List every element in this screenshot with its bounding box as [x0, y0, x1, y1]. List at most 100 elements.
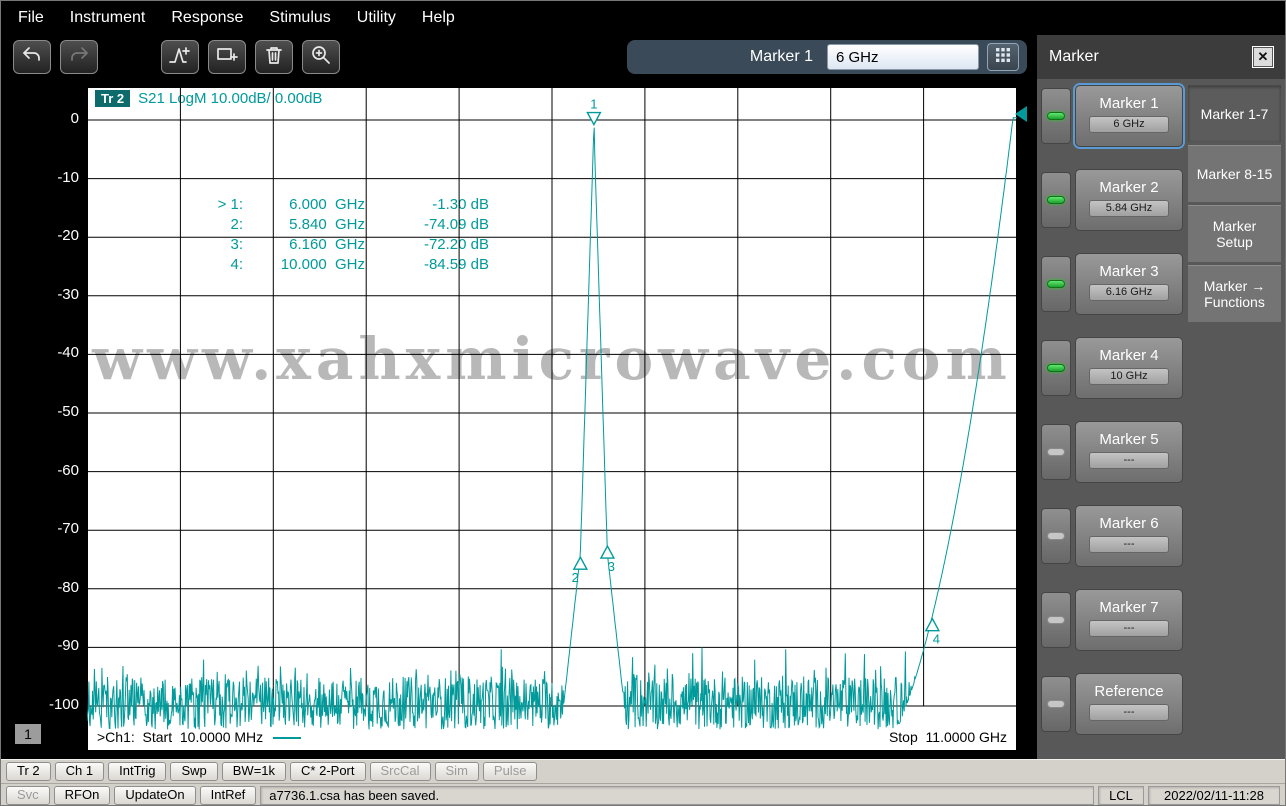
- status-button-tr-2[interactable]: Tr 2: [6, 762, 51, 781]
- marker-led-button[interactable]: [1041, 88, 1071, 144]
- y-axis-label: -60: [27, 462, 79, 479]
- status-button-srccal: SrcCal: [370, 762, 431, 781]
- marker-button-marker-2[interactable]: Marker 2 5.84 GHz: [1075, 169, 1183, 231]
- marker-entry-label: Marker 1: [750, 48, 813, 66]
- plot-region: 0-10-20-30-40-50-60-70-80-90-100 Tr 2 S2…: [1, 79, 1037, 759]
- led-on-icon: [1047, 112, 1065, 120]
- marker-button-value: 5.84 GHz: [1089, 200, 1169, 217]
- marker-button-reference[interactable]: Reference ---: [1075, 673, 1183, 735]
- marker-row: Marker 36.16 GHz: [1041, 253, 1183, 315]
- status-button-inttrig[interactable]: IntTrig: [108, 762, 166, 781]
- stimulus-start: >Ch1: Start 10.0000 MHz: [97, 729, 301, 745]
- panel-close-button[interactable]: ✕: [1253, 47, 1273, 67]
- svg-text:4: 4: [933, 632, 940, 647]
- y-axis-label: -70: [27, 520, 79, 537]
- svg-text:3: 3: [608, 559, 615, 574]
- trace-number-badge[interactable]: 1: [15, 724, 41, 744]
- status-button-updateon[interactable]: UpdateOn: [114, 786, 195, 805]
- menu-item-utility[interactable]: Utility: [344, 9, 409, 27]
- y-axis-label: -10: [27, 169, 79, 186]
- marker-led-button[interactable]: [1041, 340, 1071, 396]
- plot-footer: >Ch1: Start 10.0000 MHz Stop 11.0000 GHz: [97, 729, 1007, 745]
- svg-text:1: 1: [590, 97, 597, 112]
- tab-marker-functions[interactable]: Marker → Functions: [1188, 265, 1281, 322]
- status-button-c-2-port[interactable]: C* 2-Port: [290, 762, 365, 781]
- reference-level-arrow-icon: [1015, 106, 1027, 122]
- marker-led-button[interactable]: [1041, 424, 1071, 480]
- tab-marker-8-15[interactable]: Marker 8-15: [1188, 145, 1281, 202]
- redo-button: [60, 40, 98, 74]
- status-message: a7736.1.csa has been saved.: [260, 786, 1094, 805]
- y-axis-label: -40: [27, 344, 79, 361]
- marker-button-value: ---: [1089, 704, 1169, 721]
- redo-icon: [67, 43, 91, 72]
- marker-button-marker-4[interactable]: Marker 410 GHz: [1075, 337, 1183, 399]
- marker-button-label: Marker 2: [1099, 179, 1158, 196]
- plot-canvas: 1234: [87, 87, 1017, 751]
- undo-icon: [20, 43, 44, 72]
- tab-marker-setup[interactable]: Marker Setup: [1188, 205, 1281, 262]
- lcl-indicator[interactable]: LCL: [1098, 786, 1144, 805]
- status-button-intref[interactable]: IntRef: [200, 786, 257, 805]
- zoom-button[interactable]: [302, 40, 340, 74]
- peak-marker-add-button[interactable]: [161, 40, 199, 74]
- marker-led-button[interactable]: [1041, 592, 1071, 648]
- y-axis-label: 0: [27, 110, 79, 127]
- marker-button-marker-6[interactable]: Marker 6---: [1075, 505, 1183, 567]
- marker-row: Marker 2 5.84 GHz: [1041, 169, 1183, 231]
- marker-led-button[interactable]: [1041, 256, 1071, 312]
- status-button-sim: Sim: [435, 762, 479, 781]
- undo-button[interactable]: [13, 40, 51, 74]
- marker-button-value: 6.16 GHz: [1089, 284, 1169, 301]
- menu-item-file[interactable]: File: [5, 9, 57, 27]
- marker-led-button[interactable]: [1041, 172, 1071, 228]
- marker-rows: Marker 16 GHz Marker 2 5.84 GHz Marker 36.1…: [1041, 85, 1183, 753]
- marker-button-marker-7[interactable]: Marker 7 ---: [1075, 589, 1183, 651]
- marker-led-button[interactable]: [1041, 676, 1071, 732]
- marker-button-label: Marker 4: [1099, 347, 1158, 364]
- marker-button-label: Reference: [1094, 683, 1163, 700]
- marker-value-input[interactable]: [827, 44, 979, 70]
- keypad-button[interactable]: [987, 43, 1019, 71]
- marker-button-value: ---: [1089, 620, 1169, 637]
- tab-marker-1-7[interactable]: Marker 1-7: [1188, 85, 1281, 142]
- status-button-swp[interactable]: Swp: [170, 762, 217, 781]
- marker-button-label: Marker 7: [1099, 599, 1158, 616]
- marker-button-marker-3[interactable]: Marker 36.16 GHz: [1075, 253, 1183, 315]
- delete-button[interactable]: [255, 40, 293, 74]
- marker-row: Marker 7 ---: [1041, 589, 1183, 651]
- status-button-rfon[interactable]: RFOn: [54, 786, 111, 805]
- toolbar: [1, 40, 627, 74]
- marker-button-value: ---: [1089, 536, 1169, 553]
- menu-item-stimulus[interactable]: Stimulus: [256, 9, 343, 27]
- status-button-svc: Svc: [6, 786, 50, 805]
- datetime-display: 2022/02/11-11:28: [1148, 786, 1280, 805]
- status-button-bw-1k[interactable]: BW=1k: [222, 762, 286, 781]
- marker-button-marker-5[interactable]: Marker 5---: [1075, 421, 1183, 483]
- marker-led-button[interactable]: [1041, 508, 1071, 564]
- marker-row: Marker 5---: [1041, 421, 1183, 483]
- marker-panel: Marker 16 GHz Marker 2 5.84 GHz Marker 36.1…: [1037, 79, 1285, 759]
- marker-row: Reference ---: [1041, 673, 1183, 735]
- y-axis-label: -30: [27, 286, 79, 303]
- status-bar-1: Tr 2Ch 1IntTrigSwp BW=1kC* 2-Port SrcCalSi…: [1, 759, 1285, 783]
- display-add-button[interactable]: [208, 40, 246, 74]
- menu-item-help[interactable]: Help: [409, 9, 468, 27]
- menu-item-instrument[interactable]: Instrument: [57, 9, 159, 27]
- marker-button-label: Marker 1: [1099, 95, 1158, 112]
- menu-item-response[interactable]: Response: [158, 9, 256, 27]
- y-axis-label: -50: [27, 403, 79, 420]
- led-off-icon: [1047, 616, 1065, 624]
- status-bar-2: SvcRFOnUpdateOn IntRef a7736.1.csa has be…: [1, 783, 1285, 806]
- y-axis-label: -20: [27, 227, 79, 244]
- peak-marker-add-icon: [168, 43, 192, 72]
- marker-button-marker-1[interactable]: Marker 16 GHz: [1075, 85, 1183, 147]
- vna-screen: FileInstrumentResponseStimulusUtilityHel…: [0, 0, 1286, 806]
- menu-bar: FileInstrumentResponseStimulusUtilityHel…: [1, 1, 1285, 35]
- display-add-icon: [215, 43, 239, 72]
- main-area: 0-10-20-30-40-50-60-70-80-90-100 Tr 2 S2…: [1, 79, 1285, 759]
- keypad-icon: [994, 46, 1012, 69]
- marker-entry-group: Marker 1: [627, 40, 1027, 74]
- status-button-ch-1[interactable]: Ch 1: [55, 762, 104, 781]
- close-icon: ✕: [1258, 49, 1269, 65]
